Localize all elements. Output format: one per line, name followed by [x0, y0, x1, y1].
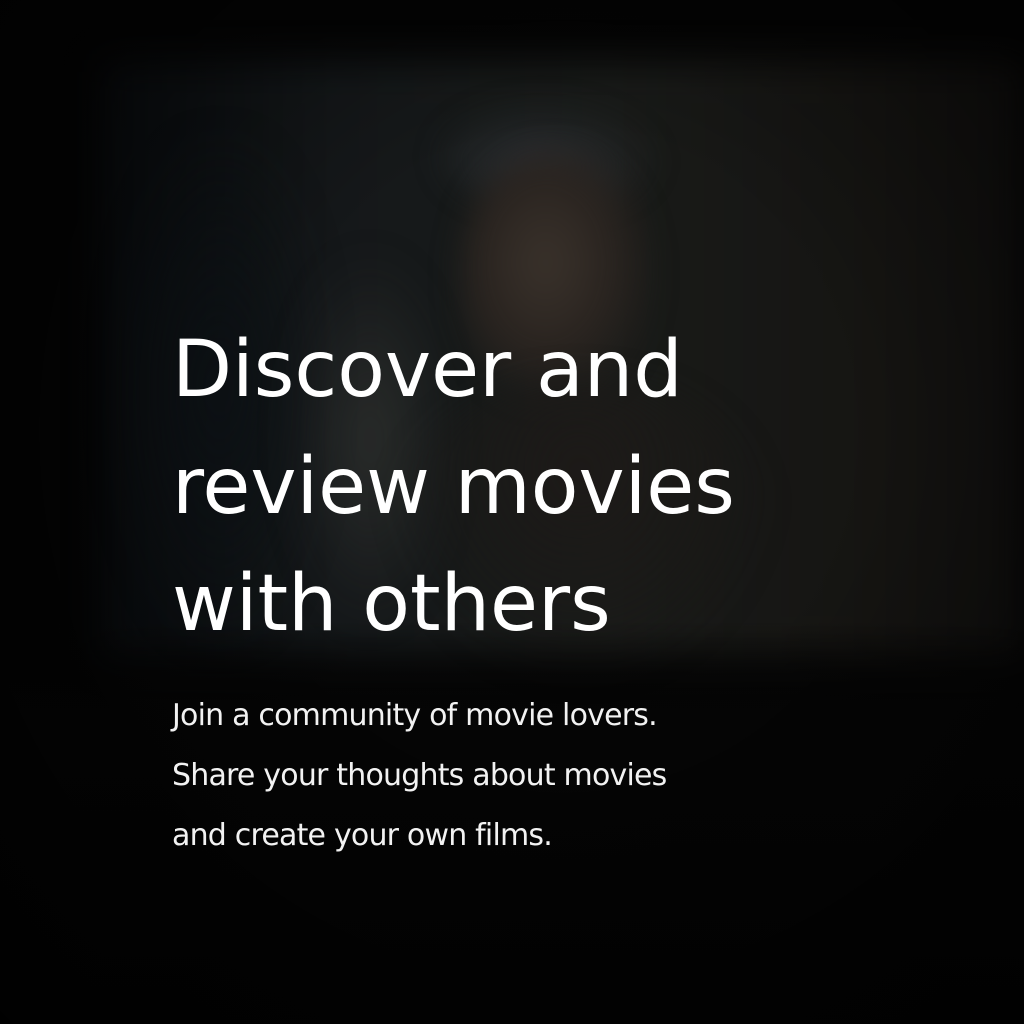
- hero-section: Discover and review movies with others J…: [0, 0, 1024, 1024]
- hero-content: Discover and review movies with others J…: [172, 312, 992, 866]
- hero-subtext: Join a community of movie lovers. Share …: [172, 686, 992, 866]
- subtext-line: Share your thoughts about movies: [172, 758, 667, 793]
- headline-line: with others: [172, 559, 611, 649]
- subtext-line: and create your own films.: [172, 818, 553, 853]
- headline-line: Discover and: [172, 325, 683, 415]
- subtext-line: Join a community of movie lovers.: [172, 698, 658, 733]
- headline-line: review movies: [172, 442, 735, 532]
- hero-headline: Discover and review movies with others: [172, 312, 992, 663]
